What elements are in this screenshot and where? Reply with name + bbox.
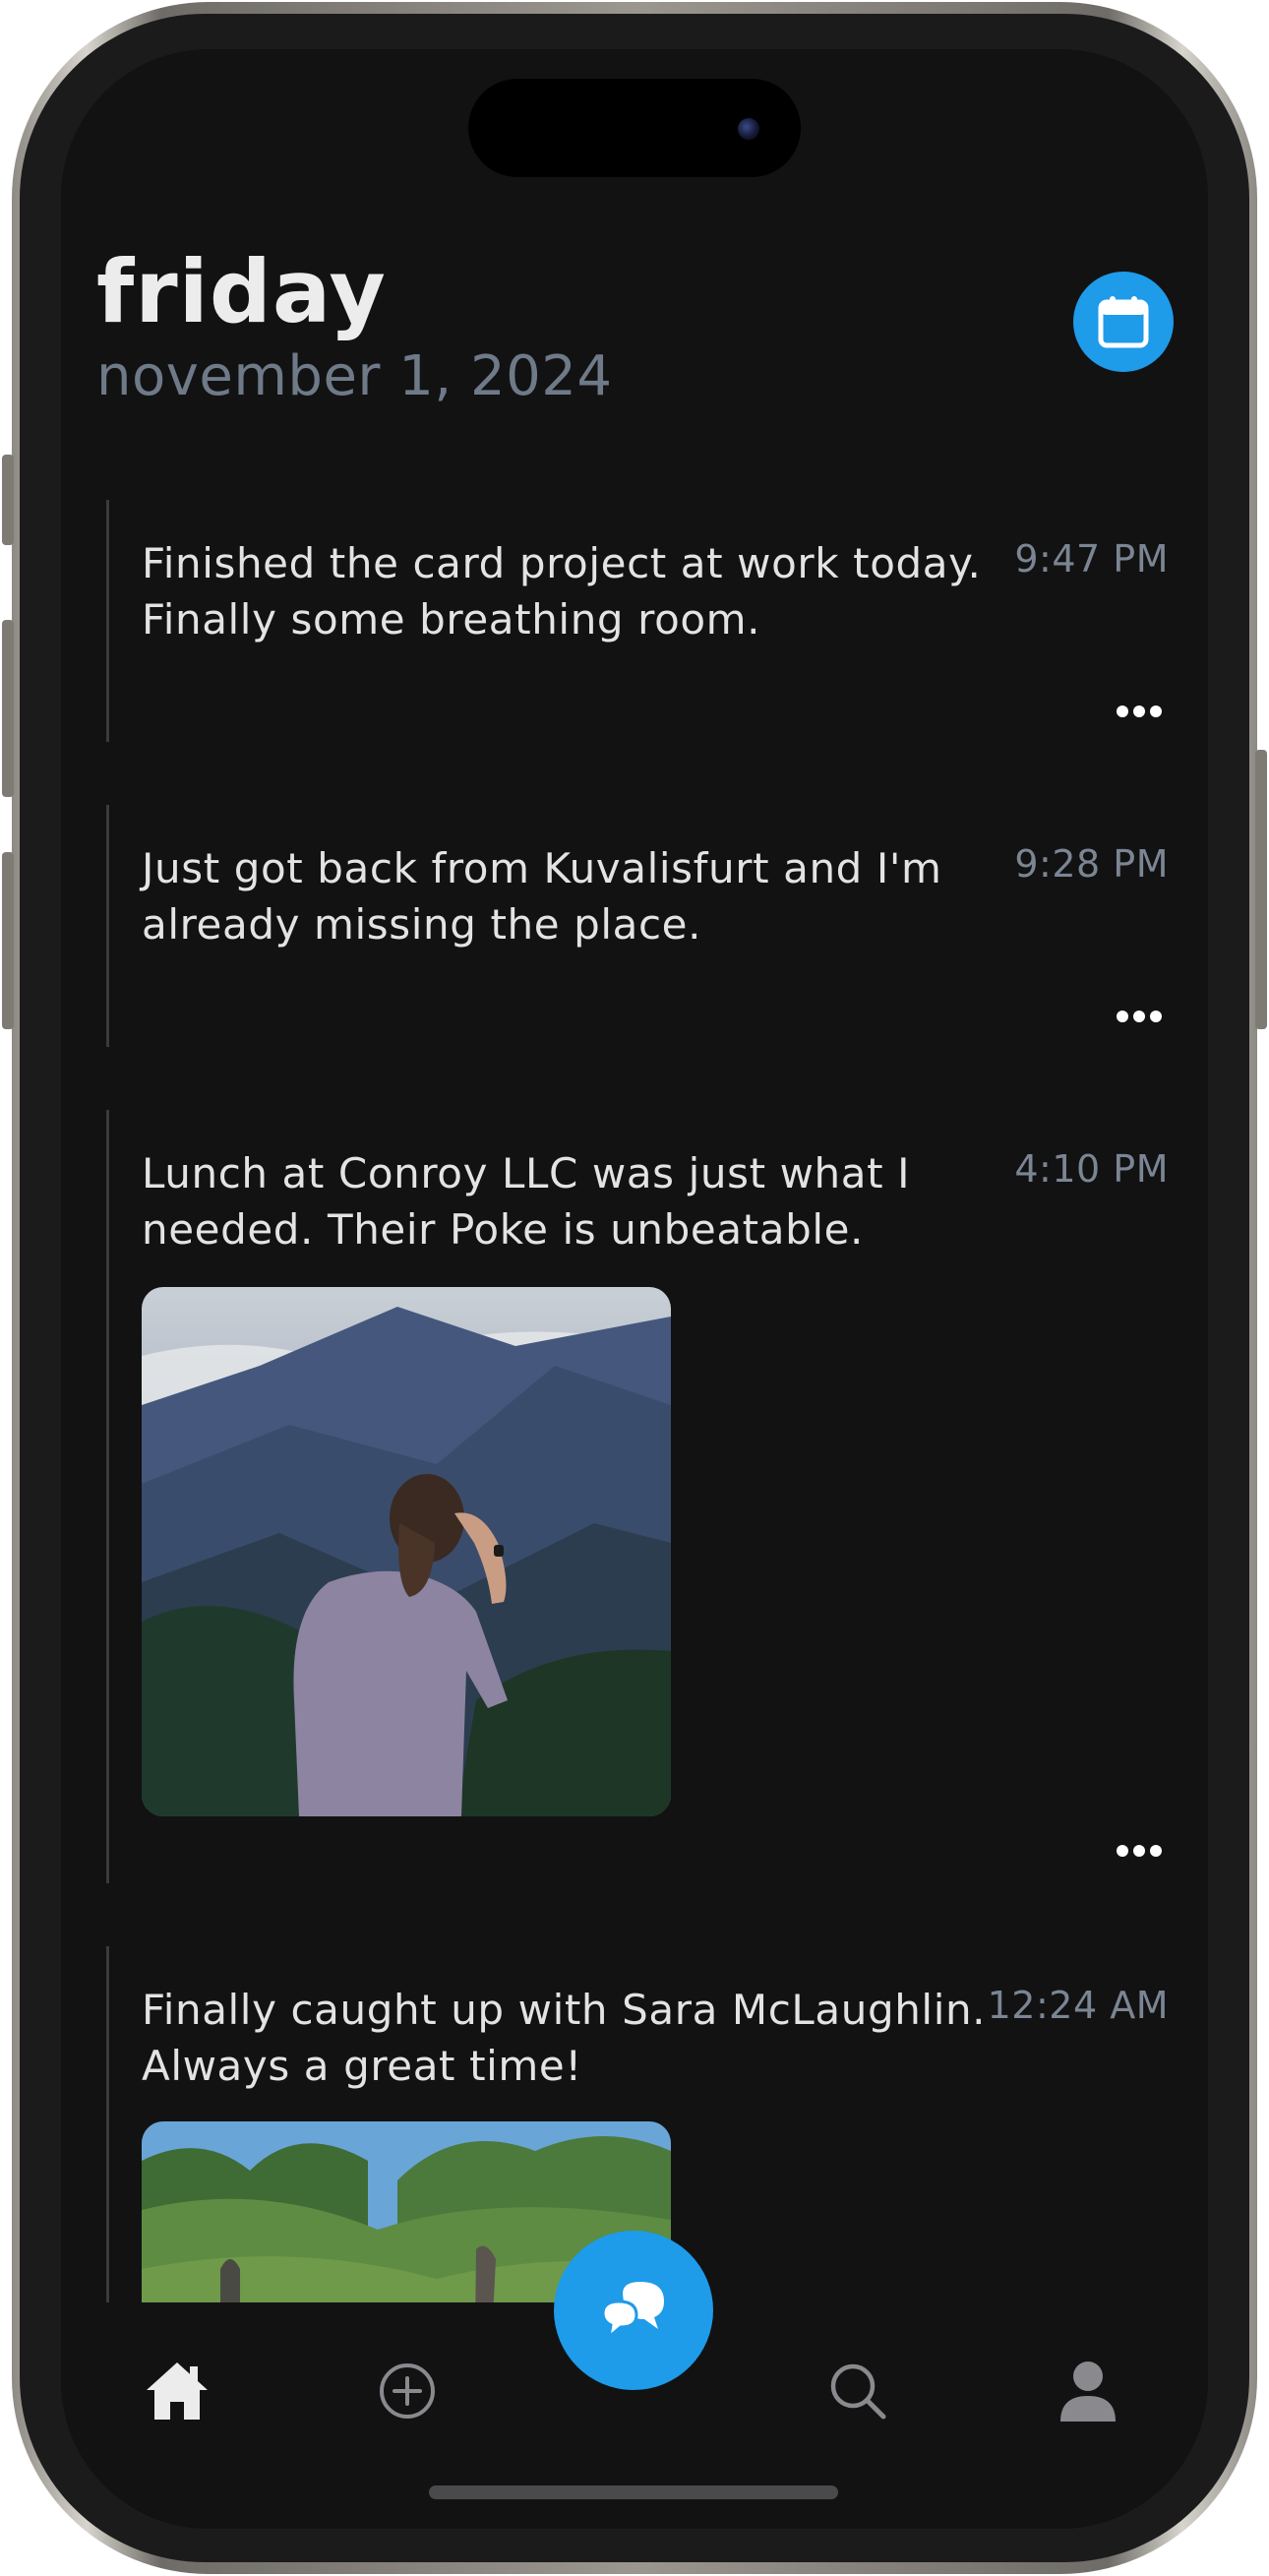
profile-icon bbox=[1060, 2361, 1116, 2422]
journal-entry[interactable]: Lunch at Conroy LLC was just what I need… bbox=[106, 1110, 1169, 1883]
calendar-button[interactable] bbox=[1073, 272, 1174, 372]
front-camera bbox=[738, 118, 759, 140]
entry-rule bbox=[106, 1110, 109, 1883]
entry-time: 9:28 PM bbox=[1014, 842, 1169, 886]
entry-time: 4:10 PM bbox=[1014, 1147, 1169, 1191]
chat-bubbles-icon bbox=[601, 2282, 664, 2341]
home-icon bbox=[147, 2362, 208, 2420]
entry-text: Finished the card project at work today.… bbox=[142, 539, 982, 644]
entry-rule bbox=[106, 805, 109, 1047]
entry-text: Just got back from Kuvalisfurt and I'm a… bbox=[142, 844, 942, 949]
nav-add[interactable] bbox=[368, 2352, 447, 2430]
nav-profile[interactable] bbox=[1049, 2352, 1127, 2430]
search-icon bbox=[830, 2363, 886, 2420]
page-date: november 1, 2024 bbox=[96, 344, 613, 408]
more-options-icon[interactable] bbox=[1116, 1844, 1163, 1858]
page-title: friday bbox=[96, 241, 387, 342]
calendar-icon bbox=[1098, 296, 1149, 348]
entry-text: Finally caught up with Sara McLaughlin. … bbox=[142, 1986, 987, 2090]
journal-entry[interactable]: Just got back from Kuvalisfurt and I'm a… bbox=[106, 805, 1169, 1047]
entry-time: 9:47 PM bbox=[1014, 537, 1169, 581]
power-button bbox=[1255, 750, 1267, 1029]
entry-rule bbox=[106, 500, 109, 742]
app-screen: friday november 1, 2024 Finished the car… bbox=[61, 49, 1208, 2529]
action-button bbox=[2, 455, 14, 545]
entry-text: Lunch at Conroy LLC was just what I need… bbox=[142, 1149, 911, 1254]
nav-home[interactable] bbox=[138, 2352, 216, 2430]
home-indicator[interactable] bbox=[429, 2485, 838, 2499]
nav-search[interactable] bbox=[818, 2352, 897, 2430]
volume-down-button bbox=[2, 852, 14, 1029]
mountain-valley-person-photo[interactable] bbox=[142, 1287, 671, 1816]
more-options-icon[interactable] bbox=[1116, 1010, 1163, 1023]
volume-up-button bbox=[2, 620, 14, 797]
more-options-icon[interactable] bbox=[1116, 705, 1163, 718]
journal-entry[interactable]: Finished the card project at work today.… bbox=[106, 500, 1169, 742]
add-circle-icon bbox=[380, 2363, 435, 2419]
chat-button[interactable] bbox=[554, 2231, 713, 2390]
entry-time: 12:24 AM bbox=[987, 1984, 1169, 2027]
